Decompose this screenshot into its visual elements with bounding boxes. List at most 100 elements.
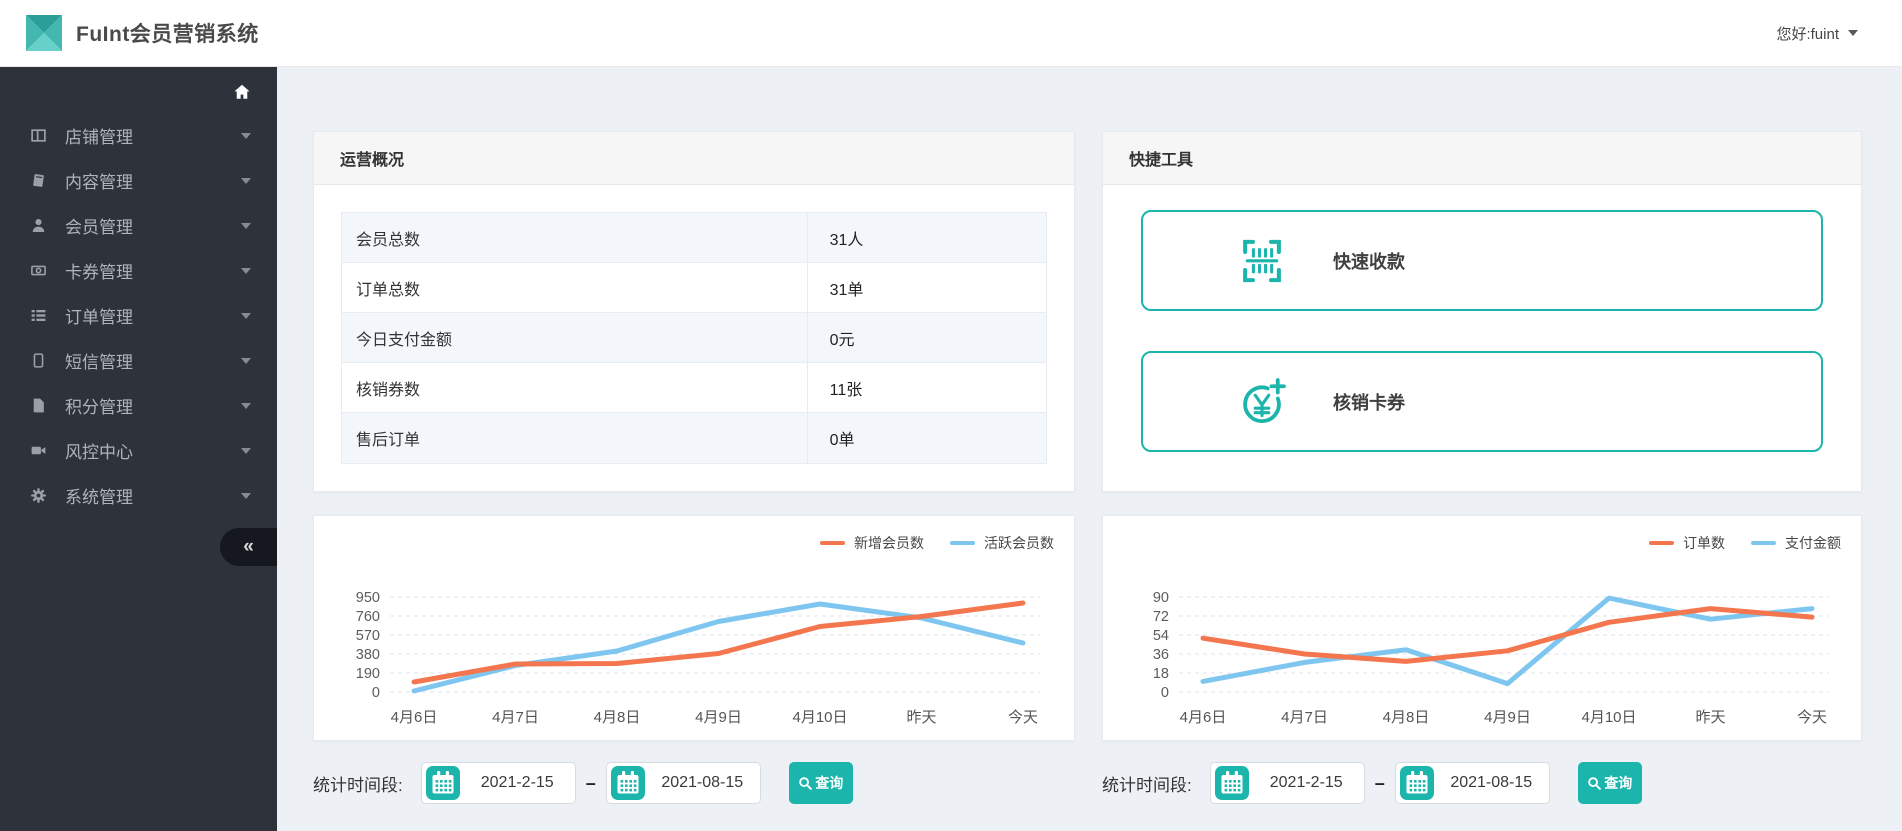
svg-text:190: 190 (356, 666, 380, 682)
stat-label: 售后订单 (356, 432, 421, 449)
coupon-banknote-icon (30, 262, 48, 279)
sidebar-item-4[interactable]: 订单管理 (0, 293, 277, 338)
stat-row: 核销券数 11张 (342, 363, 1046, 413)
start-date-value: 2021-2-15 (1269, 774, 1343, 791)
stat-row: 会员总数 31人 (342, 213, 1046, 263)
svg-text:4月6日: 4月6日 (391, 709, 438, 726)
tool-button-label: 核销卡券 (1333, 392, 1405, 413)
quick-tools-card-title: 快捷工具 (1103, 132, 1861, 185)
svg-text:0: 0 (1161, 685, 1169, 701)
end-date-input[interactable]: 2021-08-15 (605, 762, 761, 804)
svg-text:4月7日: 4月7日 (492, 709, 539, 726)
chevron-down-icon (1848, 30, 1858, 36)
date-range-separator: – (1374, 772, 1385, 793)
sidebar-item-6[interactable]: 积分管理 (0, 383, 277, 428)
svg-text:今天: 今天 (1797, 709, 1827, 726)
calendar-icon (1399, 766, 1434, 800)
user-greeting: 您好:fuint (1776, 25, 1839, 43)
svg-text:4月6日: 4月6日 (1180, 709, 1227, 726)
svg-text:72: 72 (1153, 609, 1169, 625)
overview-stat-table: 会员总数 31人 订单总数 31单 今日支付金额 0元 核销券数 11张 售后订单 0单 (341, 212, 1047, 464)
sidebar-item-label: 店铺管理 (65, 128, 133, 147)
sidebar-item-7[interactable]: 风控中心 (0, 428, 277, 473)
search-button[interactable]: 查询 (1577, 762, 1642, 804)
svg-text:380: 380 (356, 647, 380, 663)
svg-text:54: 54 (1153, 628, 1169, 644)
sidebar-item-label: 短信管理 (65, 353, 133, 372)
legend-label: 支付金额 (1785, 535, 1841, 551)
start-date-value: 2021-2-15 (480, 774, 554, 791)
filter-label: 统计时间段: (1102, 775, 1192, 795)
sidebar-item-label: 内容管理 (65, 173, 133, 192)
search-button[interactable]: 查询 (788, 762, 853, 804)
order-trend-chart-card: 订单数 支付金额 0 18 36 54 72 90 4月6日 4月7日 4月8日 4月9日 4月10日… (1102, 515, 1862, 741)
chart-legend: 新增会员数 活跃会员数 (820, 533, 1054, 553)
store-icon (30, 127, 48, 144)
sidebar-item-label: 风控中心 (65, 443, 133, 462)
svg-text:4月9日: 4月9日 (695, 709, 742, 726)
chevron-down-icon (241, 312, 251, 319)
svg-text:4月10日: 4月10日 (792, 709, 847, 726)
stat-row: 今日支付金额 0元 (342, 313, 1046, 363)
legend-label: 新增会员数 (854, 535, 924, 551)
start-date-input[interactable]: 2021-2-15 (420, 762, 576, 804)
stat-label: 今日支付金额 (356, 331, 453, 349)
overview-card: 运营概况 会员总数 31人 订单总数 31单 今日支付金额 0元 核销券数 11张 售后订单 0单 (313, 131, 1075, 492)
member-trend-chart: 0 190 380 570 760 950 4月6日 4月7日 4月8日 4月9日 4月10日 昨天 今… (356, 590, 1040, 726)
sidebar-item-5[interactable]: 短信管理 (0, 338, 277, 383)
stat-value: 0元 (806, 313, 1046, 362)
svg-text:4月9日: 4月9日 (1484, 709, 1531, 726)
end-date-input[interactable]: 2021-08-15 (1394, 762, 1550, 804)
calendar-icon (425, 766, 460, 800)
chevron-down-icon (241, 402, 251, 409)
legend-label: 活跃会员数 (984, 535, 1054, 551)
home-icon[interactable] (233, 83, 251, 101)
svg-text:4月8日: 4月8日 (594, 709, 641, 726)
chevron-down-icon (241, 132, 251, 139)
sidebar-item-3[interactable]: 卡券管理 (0, 248, 277, 293)
sidebar-collapse-button[interactable]: « (220, 528, 277, 566)
sidebar-item-1[interactable]: 内容管理 (0, 158, 277, 203)
legend-item[interactable]: 订单数 (1649, 533, 1725, 553)
chevron-down-icon (241, 177, 251, 184)
sidebar: 店铺管理内容管理会员管理 卡券管理 订单管理短信管理积分管理风控中心系统管理 « (0, 67, 277, 831)
sidebar-menu: 店铺管理内容管理会员管理 卡券管理 订单管理短信管理积分管理风控中心系统管理 (0, 113, 277, 518)
svg-text:570: 570 (356, 628, 380, 644)
svg-text:760: 760 (356, 609, 380, 625)
legend-swatch (820, 541, 845, 545)
yen-plus-icon (1235, 375, 1289, 429)
points-file-icon (30, 397, 48, 414)
sidebar-item-label: 系统管理 (65, 488, 133, 507)
legend-label: 订单数 (1683, 535, 1725, 551)
svg-text:4月8日: 4月8日 (1383, 709, 1430, 726)
search-button-label: 查询 (815, 775, 844, 791)
legend-swatch (1649, 541, 1674, 545)
sidebar-item-label: 积分管理 (65, 398, 133, 417)
start-date-input[interactable]: 2021-2-15 (1209, 762, 1365, 804)
stat-value: 31人 (806, 213, 1046, 262)
calendar-icon (610, 766, 645, 800)
tool-button-0[interactable]: 快速收款 (1141, 210, 1823, 311)
end-date-value: 2021-08-15 (661, 774, 744, 791)
user-dropdown[interactable]: 您好:fuint (1776, 23, 1902, 44)
order-trend-chart: 0 18 36 54 72 90 4月6日 4月7日 4月8日 4月9日 4月10日 昨天 今天 (1153, 590, 1829, 726)
tool-button-label: 快速收款 (1333, 251, 1405, 272)
stat-row: 售后订单 0单 (342, 413, 1046, 463)
tool-button-1[interactable]: 核销卡券 (1141, 351, 1823, 452)
quick-tools-card: 快捷工具 快速收款核销卡券 (1102, 131, 1862, 492)
sidebar-item-0[interactable]: 店铺管理 (0, 113, 277, 158)
brand: FuInt会员营销系统 (0, 15, 259, 51)
legend-item[interactable]: 支付金额 (1751, 533, 1841, 553)
logo-diamond-icon (26, 15, 62, 51)
svg-text:4月7日: 4月7日 (1281, 709, 1328, 726)
date-range-separator: – (585, 772, 596, 793)
sidebar-item-2[interactable]: 会员管理 (0, 203, 277, 248)
svg-text:18: 18 (1153, 666, 1169, 682)
sidebar-item-8[interactable]: 系统管理 (0, 473, 277, 518)
order-list-icon (30, 307, 48, 324)
chevron-down-icon (241, 222, 251, 229)
legend-item[interactable]: 新增会员数 (820, 533, 924, 553)
legend-item[interactable]: 活跃会员数 (950, 533, 1054, 553)
overview-card-title: 运营概况 (314, 132, 1074, 185)
risk-camera-icon (30, 442, 48, 459)
